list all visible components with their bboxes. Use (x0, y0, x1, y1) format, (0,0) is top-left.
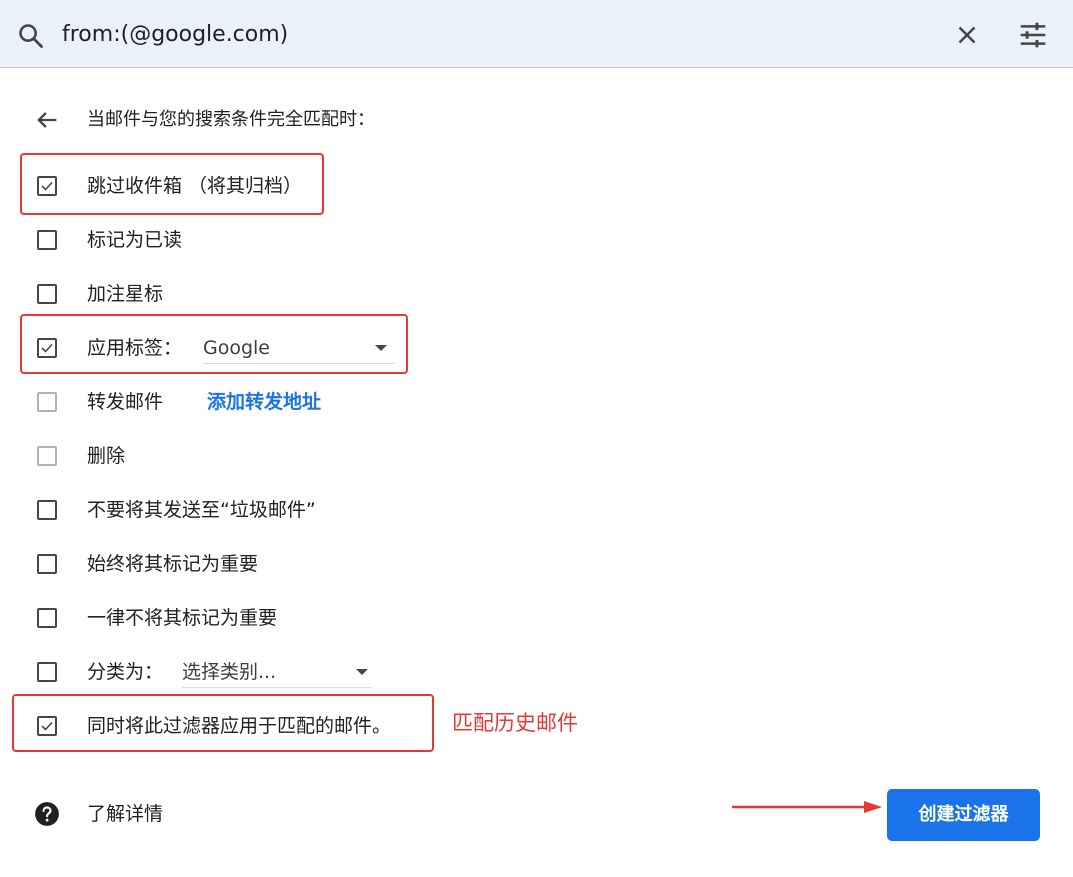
search-bar: from:(@google.com) (0, 0, 1073, 68)
option-label: 一律不将其标记为重要 (87, 607, 278, 629)
option-categorize: 分类为： 选择类别... (0, 652, 700, 692)
checkbox-star[interactable] (37, 284, 57, 304)
checkbox-never-spam[interactable] (37, 500, 57, 520)
checkbox-never-important[interactable] (37, 608, 57, 628)
option-label: 转发邮件 (87, 391, 164, 413)
option-never-important: 一律不将其标记为重要 (0, 598, 700, 638)
option-label: 删除 (87, 445, 126, 467)
category-select[interactable]: 选择类别... (182, 656, 372, 688)
category-select-value: 选择类别... (182, 661, 277, 683)
chevron-down-icon (356, 669, 368, 675)
option-label: 不要将其发送至“垃圾邮件” (87, 499, 316, 521)
option-forward: 转发邮件 添加转发地址 (0, 382, 700, 422)
option-star: 加注星标 (0, 274, 700, 314)
close-icon[interactable] (952, 20, 982, 50)
option-label: 分类为： (87, 661, 164, 683)
checkbox-mark-read[interactable] (37, 230, 57, 250)
search-input[interactable]: from:(@google.com) (62, 20, 288, 50)
help-icon[interactable] (34, 801, 60, 827)
arrow-annotation (732, 801, 882, 813)
option-always-important: 始终将其标记为重要 (0, 544, 700, 584)
option-label: 始终将其标记为重要 (87, 553, 259, 575)
checkbox-delete[interactable] (37, 446, 57, 466)
option-label: 标记为已读 (87, 229, 183, 251)
search-icon[interactable] (17, 22, 45, 50)
create-filter-button[interactable]: 创建过滤器 (887, 789, 1040, 841)
highlight-box-apply-existing (12, 694, 434, 752)
tune-icon[interactable] (1017, 20, 1049, 50)
option-delete: 删除 (0, 436, 700, 476)
option-never-spam: 不要将其发送至“垃圾邮件” (0, 490, 700, 530)
checkbox-forward[interactable] (37, 392, 57, 412)
highlight-box-skip-inbox (20, 153, 324, 215)
filter-heading: 当邮件与您的搜索条件完全匹配时： (87, 109, 375, 130)
option-mark-read: 标记为已读 (0, 220, 700, 260)
checkbox-always-important[interactable] (37, 554, 57, 574)
annotation-text: 匹配历史邮件 (452, 711, 578, 735)
checkbox-categorize[interactable] (37, 662, 57, 682)
arrow-back-icon[interactable] (33, 106, 61, 134)
option-label: 加注星标 (87, 283, 164, 305)
add-forwarding-address-link[interactable]: 添加转发地址 (207, 388, 321, 416)
highlight-box-apply-label (20, 314, 408, 374)
learn-more-link[interactable]: 了解详情 (87, 800, 163, 828)
